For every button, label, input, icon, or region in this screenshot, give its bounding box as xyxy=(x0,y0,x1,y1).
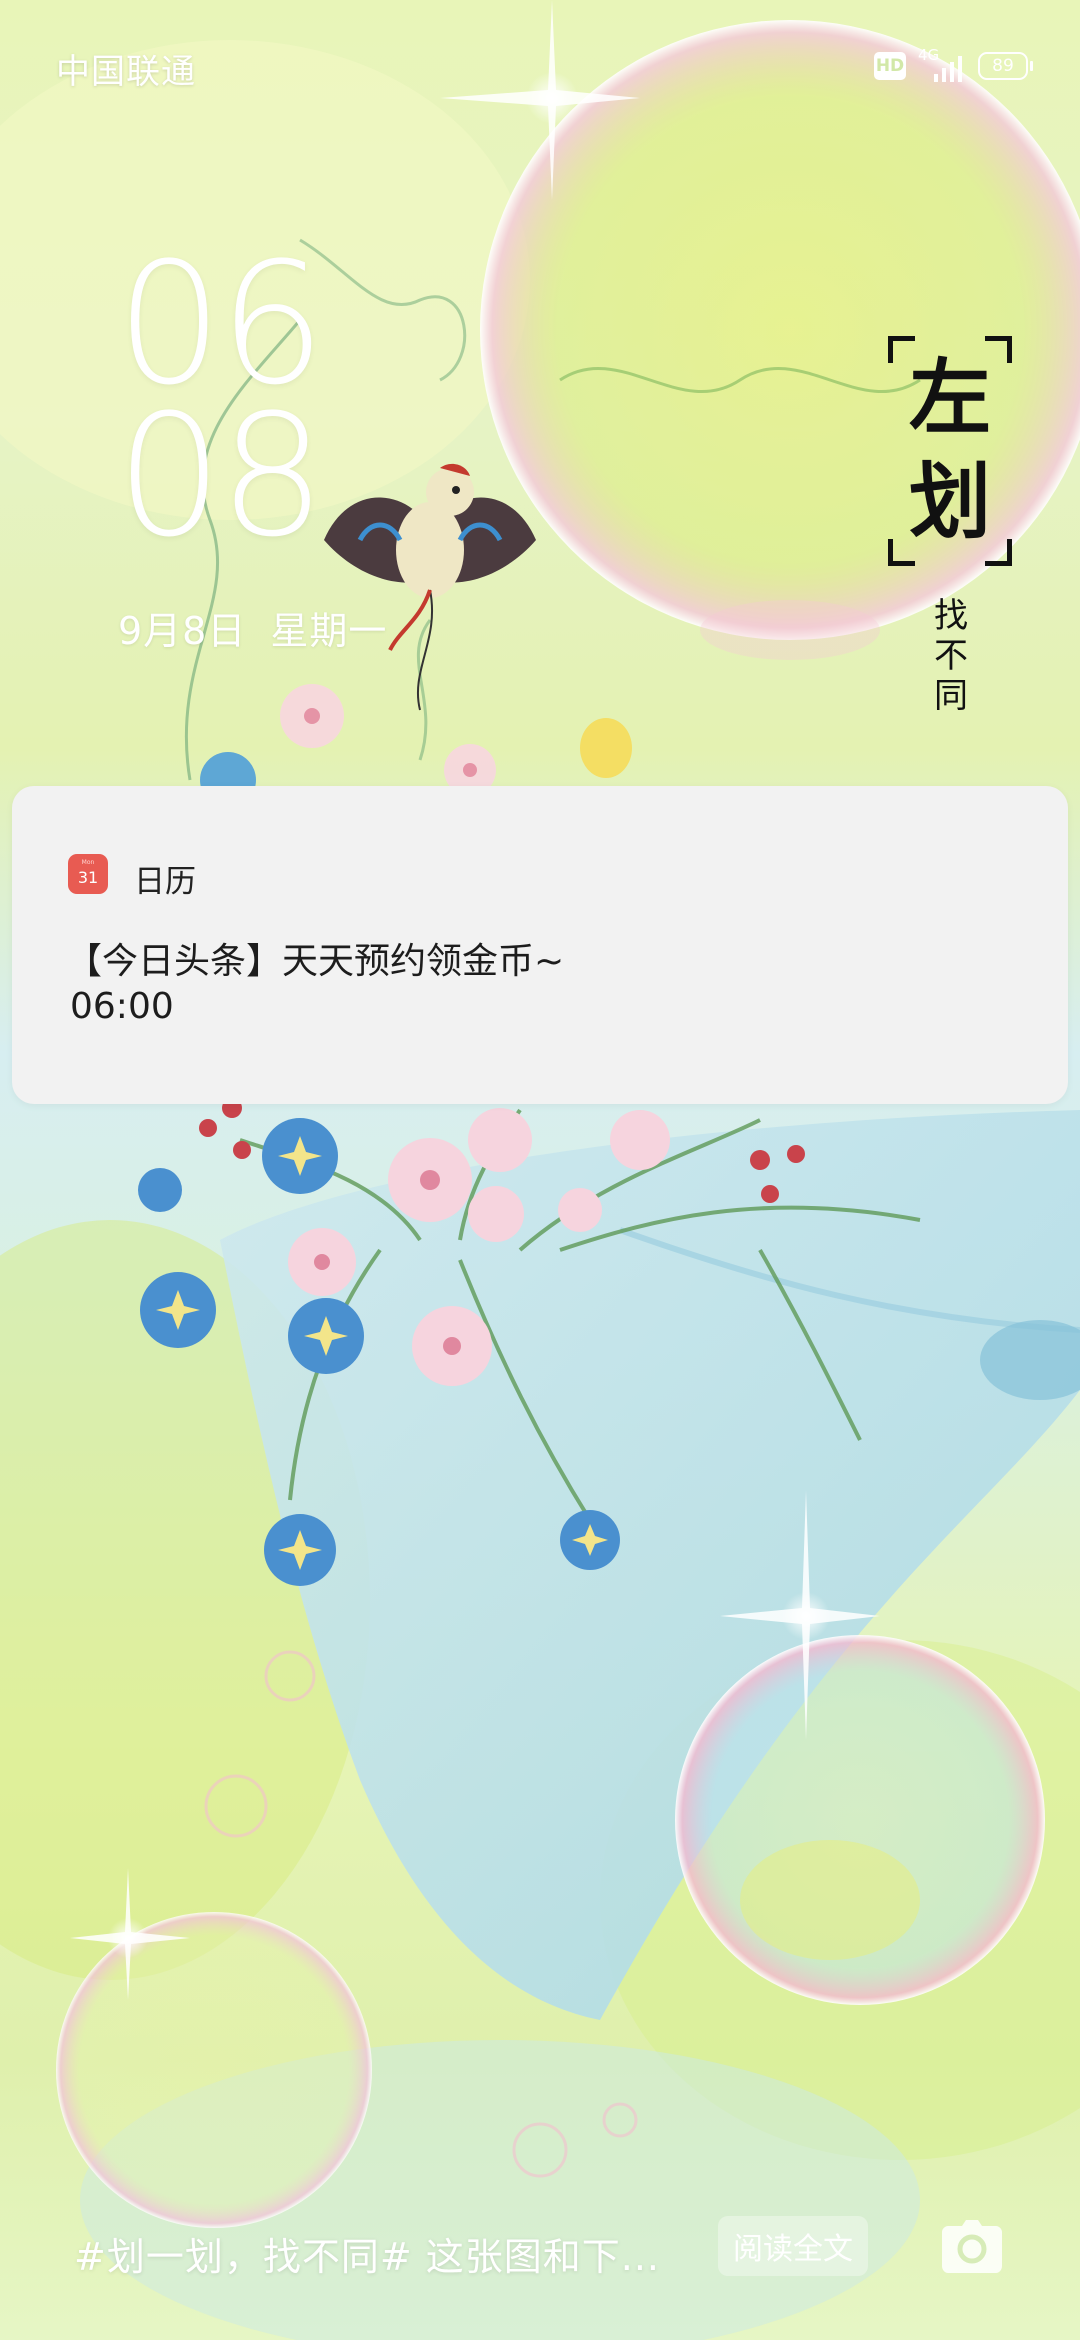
notification-app-name: 日历 xyxy=(134,864,196,900)
theme-subtitle: 找 不 同 xyxy=(924,596,978,716)
battery-percent: 89 xyxy=(992,56,1014,76)
theme-title-char: 划 xyxy=(909,455,992,550)
theme-title: 左 划 xyxy=(888,340,1012,562)
calendar-icon-month: Mon xyxy=(81,859,95,866)
theme-subtitle-char: 同 xyxy=(934,676,968,716)
notification-title: 【今日头条】天天预约领金币~ xyxy=(66,941,565,982)
date-line: 9月8日 星期一 xyxy=(118,600,387,655)
calendar-notification[interactable]: Mon 31 日历 【今日头条】天天预约领金币~ 06:00 xyxy=(12,786,1068,1104)
hd-icon: HD xyxy=(874,52,906,80)
clock-minute: 08 xyxy=(116,378,326,574)
hd-label: HD xyxy=(875,56,905,76)
theme-title-char: 左 xyxy=(909,351,992,446)
lock-screen: 中国联通 HD 4G 89 06 08 9月8日 星期一 左 划 找 不 同 M… xyxy=(0,0,1080,2340)
theme-subtitle-char: 找 xyxy=(934,596,968,636)
date-text: 9月8日 xyxy=(118,609,247,653)
theme-subtitle-char: 不 xyxy=(934,636,968,676)
theme-mark: 左 划 xyxy=(888,336,1012,566)
calendar-app-icon: Mon 31 xyxy=(68,854,108,894)
notification-time: 06:00 xyxy=(70,986,174,1027)
weekday-text: 星期一 xyxy=(270,609,388,653)
carrier-name: 中国联通 xyxy=(56,52,196,92)
signal-bars-icon xyxy=(934,56,962,82)
camera-icon[interactable] xyxy=(942,2218,1002,2274)
wallpaper-caption[interactable]: #划一划，找不同# 这张图和下... xyxy=(74,2226,660,2281)
lock-clock: 06 08 xyxy=(116,240,326,574)
status-bar: 中国联通 HD 4G 89 xyxy=(0,0,1080,130)
battery-icon: 89 xyxy=(978,52,1033,80)
read-more-button[interactable]: 阅读全文 xyxy=(718,2216,868,2276)
signal-icon: 4G xyxy=(918,46,966,84)
status-icons: HD 4G 89 xyxy=(874,46,1033,86)
calendar-icon-day: 31 xyxy=(77,868,99,887)
camera-glyph xyxy=(942,2220,1002,2273)
